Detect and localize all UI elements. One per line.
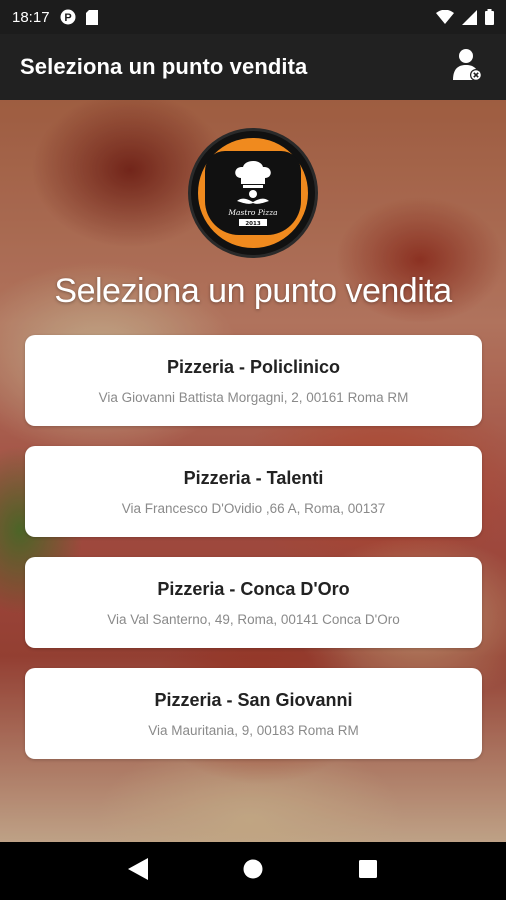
status-time: 18:17 [12, 8, 50, 26]
store-address: Via Mauritania, 9, 00183 Roma RM [148, 722, 359, 738]
status-bar: 18:17 P [0, 0, 506, 34]
battery-icon [485, 9, 494, 25]
store-list: Pizzeria - Policlinico Via Giovanni Batt… [25, 335, 482, 779]
store-address: Via Val Santerno, 49, Roma, 00141 Conca … [107, 611, 400, 627]
store-address: Via Giovanni Battista Morgagni, 2, 00161… [98, 389, 409, 405]
back-icon [127, 857, 148, 885]
store-card-san-giovanni[interactable]: Pizzeria - San Giovanni Via Mauritania, … [25, 668, 482, 759]
store-name: Pizzeria - Policlinico [166, 356, 341, 377]
back-button[interactable] [118, 851, 158, 891]
notification-app-icon: P [60, 9, 76, 25]
app-bar-title: Seleziona un punto vendita [20, 54, 308, 79]
recents-icon [359, 859, 378, 883]
logo-brand-text: Mastro Pizza [227, 208, 277, 217]
store-name: Pizzeria - Conca D'Oro [157, 578, 350, 599]
home-button[interactable] [233, 851, 273, 891]
logo-year-text: 2013 [245, 221, 260, 227]
app-bar: Seleziona un punto vendita [0, 34, 506, 100]
store-selection-screen: Mastro Pizza 2013 Seleziona un punto ven… [0, 100, 506, 842]
page-heading: Seleziona un punto vendita [54, 272, 452, 310]
signal-icon [462, 9, 477, 25]
user-remove-icon [453, 48, 483, 87]
store-address: Via Francesco D'Ovidio ,66 A, Roma, 0013… [121, 500, 386, 516]
system-nav-bar [0, 842, 506, 900]
store-name: Pizzeria - San Giovanni [154, 689, 353, 710]
store-card-talenti[interactable]: Pizzeria - Talenti Via Francesco D'Ovidi… [25, 446, 482, 537]
sd-card-icon [85, 9, 98, 25]
svg-text:P: P [64, 12, 71, 24]
account-button[interactable] [450, 47, 486, 87]
home-icon [243, 859, 263, 884]
recents-button[interactable] [348, 851, 388, 891]
mastro-pizza-logo: Mastro Pizza 2013 [188, 128, 318, 258]
store-card-conca-doro[interactable]: Pizzeria - Conca D'Oro Via Val Santerno,… [25, 557, 482, 648]
store-card-policlinico[interactable]: Pizzeria - Policlinico Via Giovanni Batt… [25, 335, 482, 426]
wifi-icon [436, 10, 454, 24]
store-name: Pizzeria - Talenti [183, 467, 324, 488]
